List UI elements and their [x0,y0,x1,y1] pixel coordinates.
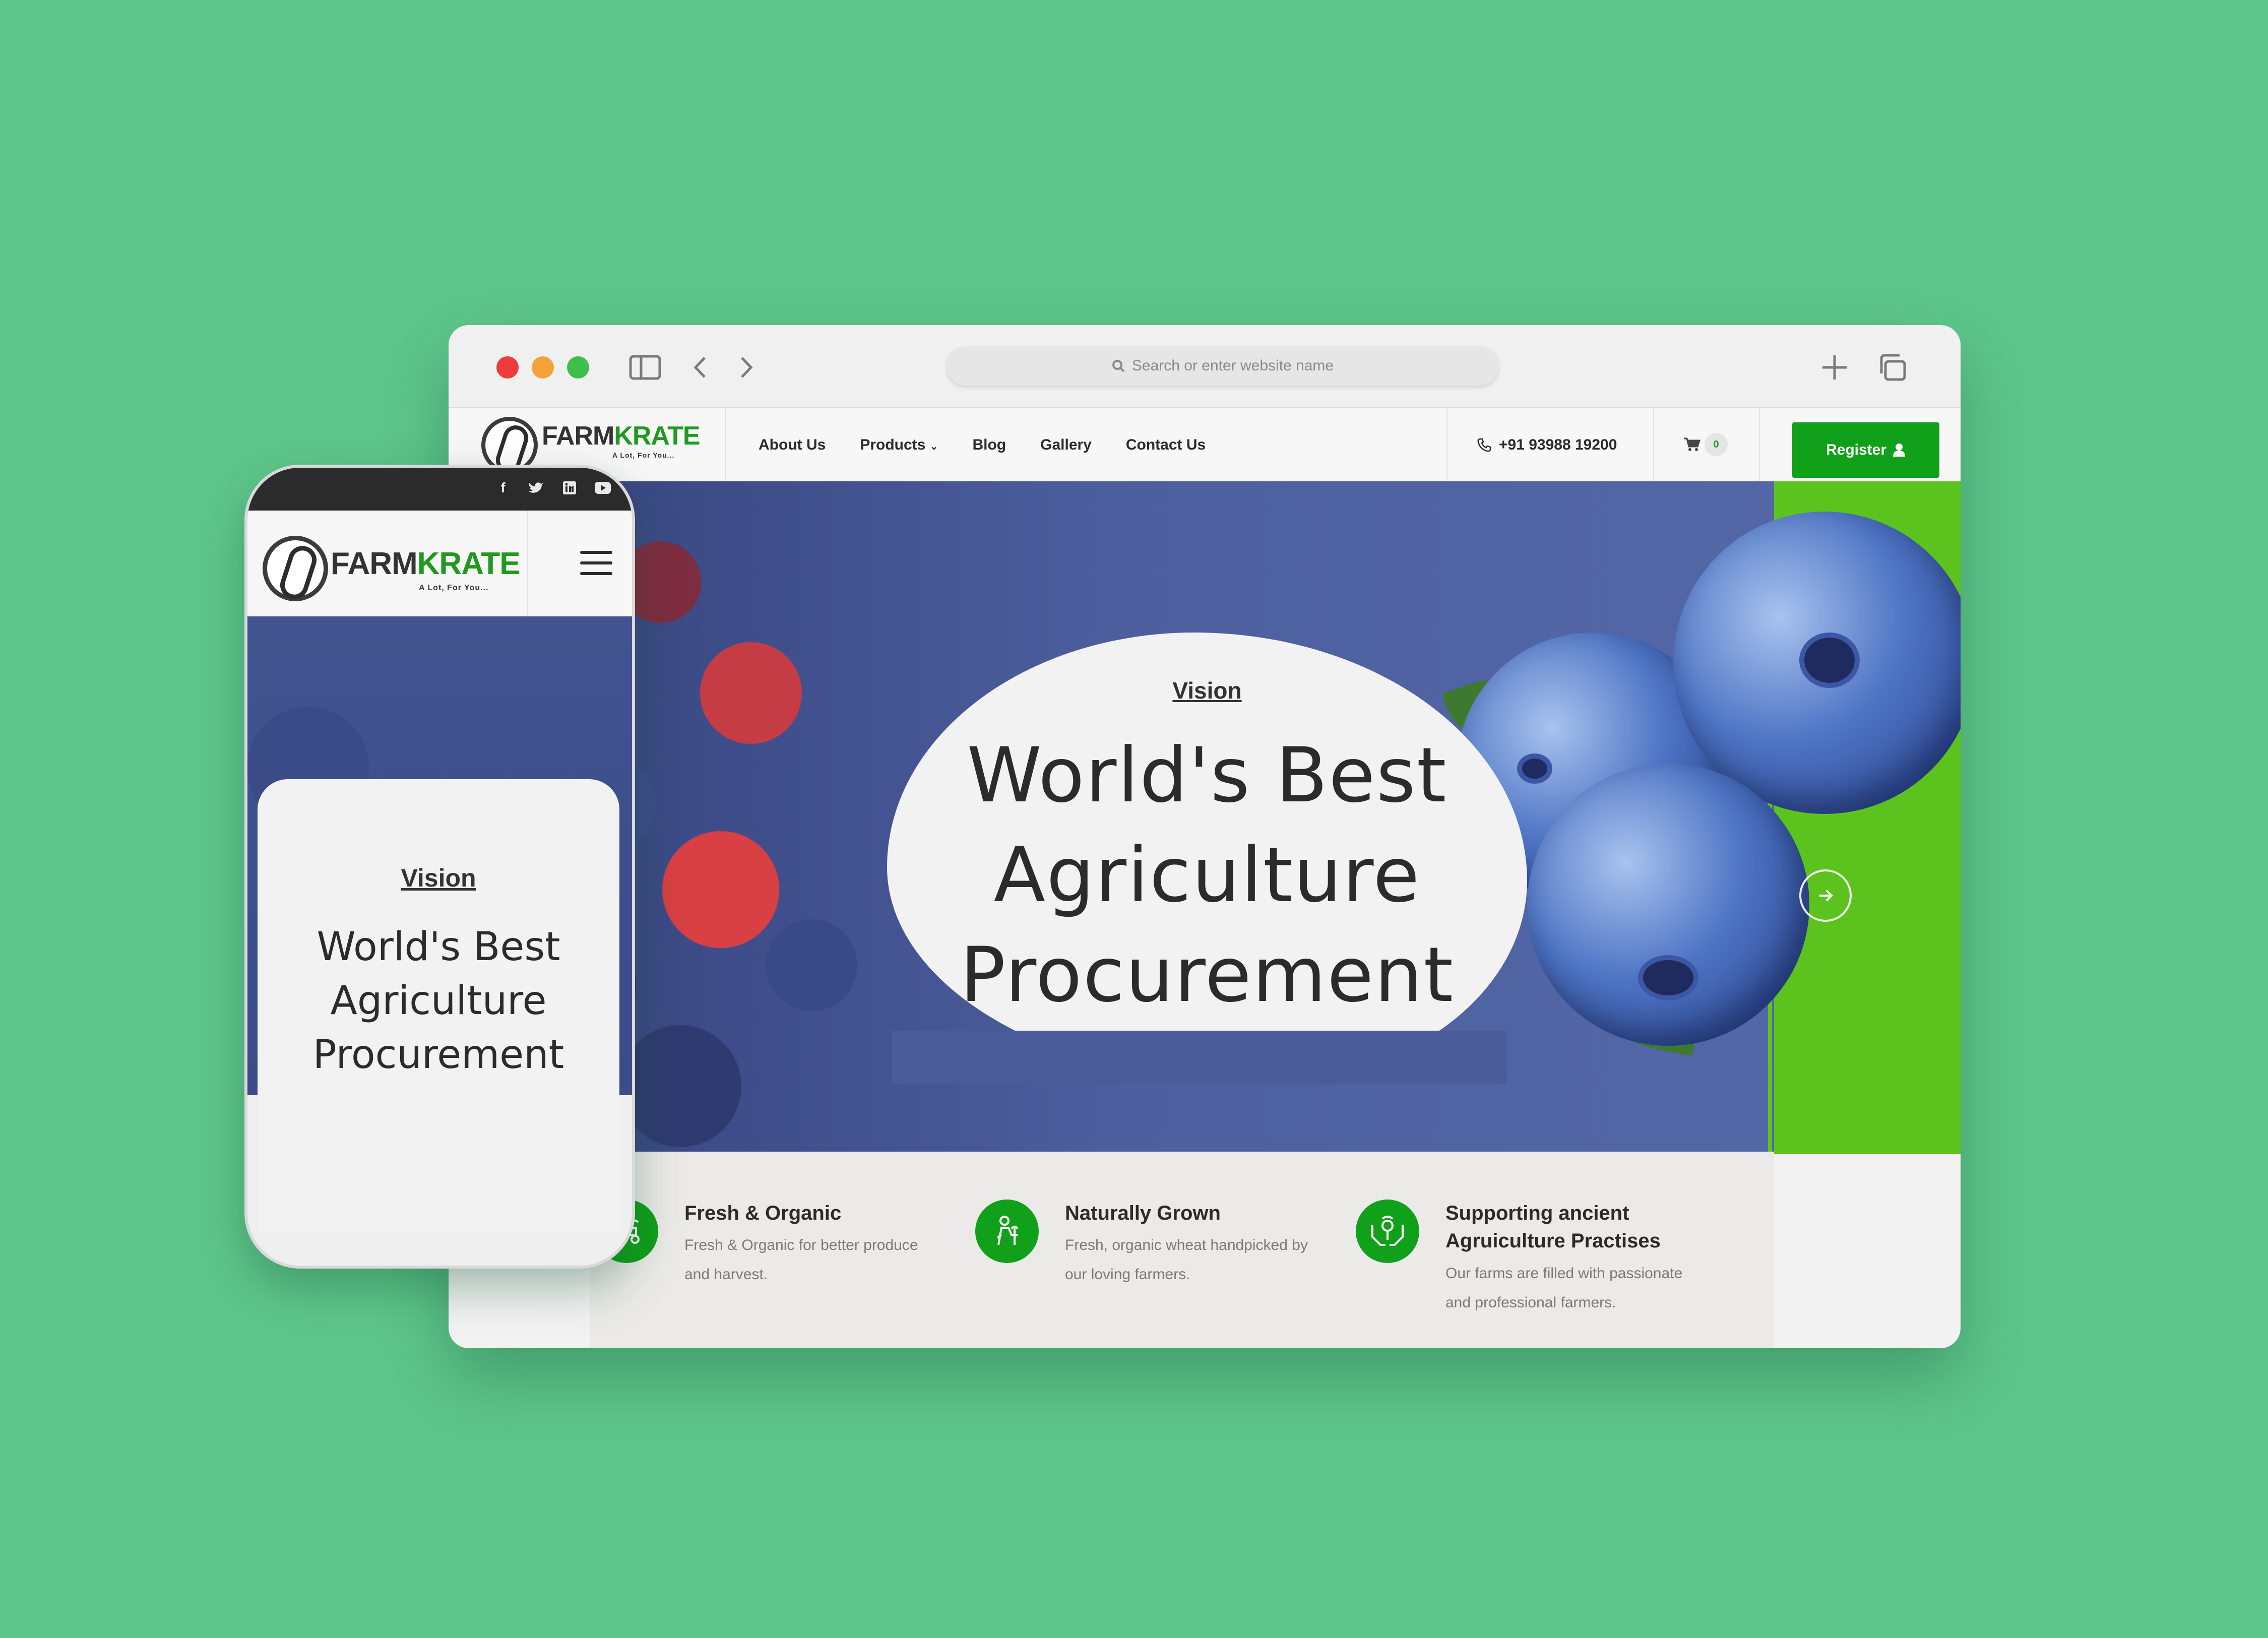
hero-title-line: World's Best [967,732,1447,820]
site-header: FARMKRATE A Lot, For You... About Us Pro… [449,408,1961,481]
logo-tagline: A Lot, For You... [419,584,489,592]
feature-title: Supporting ancient Agruiculture Practise… [1445,1200,1728,1255]
farmer-icon [975,1200,1039,1263]
logo-wordmark: FARMKRATE [542,421,701,451]
feature-description-line: and harvest. [684,1266,768,1283]
nav-products-label: Products [860,436,926,453]
feature-description-line: our loving farmers. [1065,1266,1190,1283]
features-strip: Fresh & Organic Fresh & Organic for bett… [590,1152,1774,1348]
hands-plant-icon [1356,1200,1419,1263]
facebook-icon[interactable]: f [494,479,512,497]
mobile-hero-kicker: Vision [401,864,476,892]
logo-tagline: A Lot, For You... [612,451,675,459]
logo-wordmark: FARMKRATE [331,546,521,582]
hero-title: World's Best Agriculture Procurement [887,726,1527,1025]
mobile-phone-mockup: f FARMKRATE A Lot, For You... Vision Wor… [244,465,635,1269]
header-divider [1759,408,1760,481]
blueberry-image [1673,512,1961,814]
phone-number: +91 93988 19200 [1499,436,1617,453]
header-divider [1446,408,1447,481]
blueberry-image [1527,764,1809,1046]
header-divider [1653,408,1654,481]
new-tab-icon[interactable] [1817,351,1852,384]
cart-count-badge: 0 [1705,433,1728,456]
address-placeholder: Search or enter website name [1131,357,1334,374]
logo-krate-text: KRATE [417,546,521,581]
hero-kicker: Vision [1172,677,1242,704]
register-button[interactable]: Register [1792,422,1939,478]
hero-slider: Vision World's Best Agriculture Procurem… [449,481,1961,1154]
mobile-farmkrate-logo[interactable]: FARMKRATE A Lot, For You... [263,531,525,601]
minimize-window-button[interactable] [532,356,554,379]
nav-products[interactable]: Products ⌄ [860,436,938,454]
tabs-overview-icon[interactable] [1875,351,1910,384]
arrow-right-icon [1819,890,1833,902]
mobile-hero-title-line: Agriculture [330,978,547,1024]
close-window-button[interactable] [496,356,519,379]
logo-krate-text: KRATE [614,421,700,451]
mobile-hero-title-line: World's Best [317,924,560,970]
next-slide-button[interactable] [1799,869,1852,922]
mobile-hero-title: World's Best Agriculture Procurement [258,920,619,1082]
feature-description-line: Fresh & Organic for better produce [684,1237,918,1253]
logo-farm-text: FARM [542,421,614,451]
feature-title-line: Agruiculture Practises [1445,1230,1661,1252]
cart-button[interactable]: 0 [1683,430,1728,459]
user-icon [1893,444,1906,457]
feature-description: Our farms are filled with passionate and… [1445,1259,1728,1317]
feature-title: Naturally Grown [1065,1202,1221,1224]
phone-link[interactable]: +91 93988 19200 [1477,408,1617,481]
nav-about-us[interactable]: About Us [759,436,826,454]
feature-title-line: Supporting ancient [1445,1202,1629,1224]
hero-bubble-base [892,1031,1507,1084]
register-label: Register [1825,442,1887,458]
address-bar[interactable]: Search or enter website name [947,346,1499,386]
nav-blog[interactable]: Blog [972,436,1006,454]
mobile-hero-title-line: Procurement [312,1032,564,1078]
header-divider [725,408,726,481]
maximize-window-button[interactable] [567,356,589,379]
forward-icon[interactable] [728,351,764,384]
hero-title-line: Agriculture [993,832,1421,919]
back-icon[interactable] [683,351,718,384]
logo-mark-icon [263,536,328,601]
mobile-header: FARMKRATE A Lot, For You... [247,511,632,616]
feature-description: Fresh, organic wheat handpicked by our l… [1065,1231,1347,1289]
hero-title-line: Procurement [960,931,1455,1019]
sidebar-icon[interactable] [627,351,663,384]
header-divider [527,511,528,616]
twitter-icon[interactable] [527,479,545,497]
feature-description-line: and professional farmers. [1445,1294,1616,1311]
feature-description-line: Our farms are filled with passionate [1445,1265,1683,1282]
main-nav: About Us Products ⌄ Blog Gallery Contact… [759,408,1206,481]
phone-icon [1477,438,1491,452]
feature-title: Fresh & Organic [684,1202,842,1224]
hamburger-menu-icon[interactable] [580,551,612,575]
desktop-browser-mockup: Search or enter website name FARMKRATE A… [449,325,1961,1348]
mobile-social-bar: f [247,468,632,511]
linkedin-icon[interactable] [560,479,579,497]
search-icon [1112,360,1125,372]
social-links: f [494,479,612,497]
nav-contact-us[interactable]: Contact Us [1126,436,1206,454]
browser-toolbar: Search or enter website name [449,325,1961,408]
feature-description-line: Fresh, organic wheat handpicked by [1065,1237,1308,1253]
chevron-down-icon: ⌄ [929,440,938,452]
youtube-icon[interactable] [594,479,612,497]
cart-icon [1684,437,1700,451]
feature-description: Fresh & Organic for better produce and h… [684,1231,967,1289]
nav-gallery[interactable]: Gallery [1040,436,1092,454]
logo-farm-text: FARM [331,546,418,581]
